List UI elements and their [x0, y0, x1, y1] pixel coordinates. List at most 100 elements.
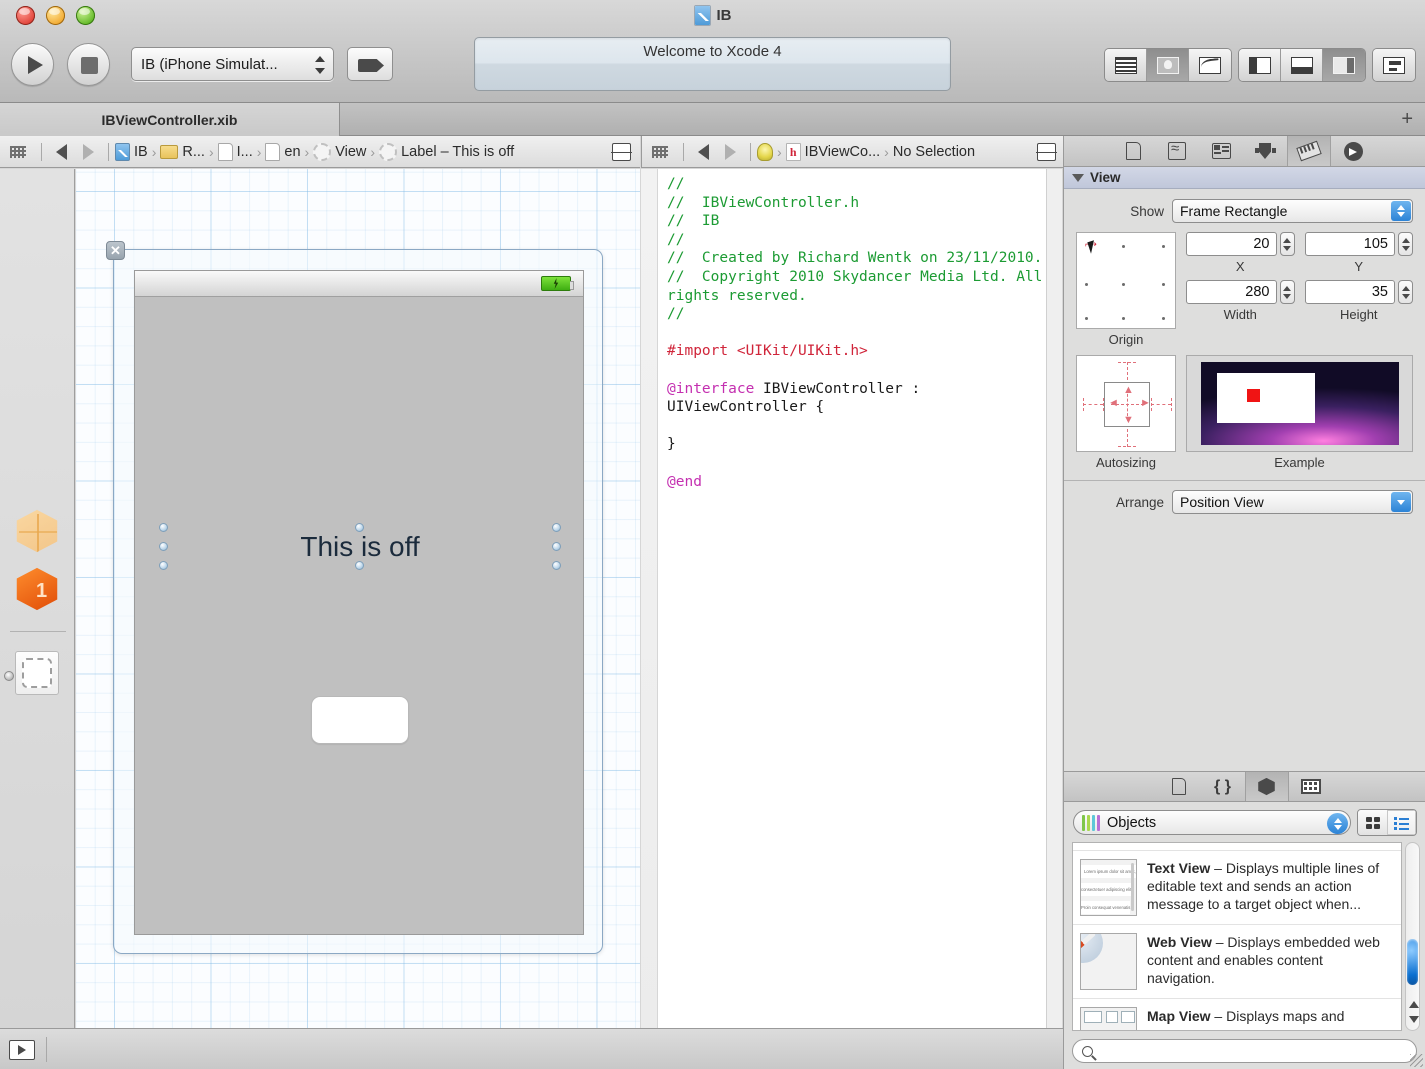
library-search-field[interactable] [1072, 1039, 1417, 1063]
height-input[interactable]: 35 [1304, 280, 1395, 304]
scroll-down-icon[interactable] [1409, 1016, 1419, 1023]
width-stepper[interactable] [1279, 280, 1295, 304]
list-item[interactable]: Map View – Displays maps and [1073, 999, 1401, 1030]
assistant-editor-button[interactable] [1147, 49, 1189, 81]
selection-handle[interactable] [159, 561, 168, 570]
design-window[interactable]: ✕ This is off [106, 241, 603, 954]
view-toggle-segments[interactable] [1238, 48, 1366, 82]
tab-file-inspector[interactable] [1111, 136, 1155, 166]
y-input[interactable]: 105 [1304, 232, 1395, 256]
height-stepper[interactable] [1398, 280, 1413, 304]
list-item-partial[interactable] [1073, 843, 1401, 851]
organizer-button[interactable] [1372, 48, 1416, 82]
breadcrumb-item-project[interactable]: IB [115, 142, 148, 161]
toggle-document-outline-button[interactable] [9, 1040, 35, 1060]
iphone-view[interactable]: This is off [134, 270, 584, 935]
selection-handle[interactable] [355, 561, 364, 570]
tab-attributes-inspector[interactable] [1243, 136, 1287, 166]
navigate-forward-button[interactable] [725, 143, 736, 160]
toggle-navigator-button[interactable] [1239, 49, 1281, 81]
width-input[interactable]: 280 [1186, 280, 1277, 304]
library-category-select[interactable]: Objects [1073, 810, 1351, 835]
assistant-editor[interactable]: // // IBViewController.h // IB // // Cre… [658, 169, 1046, 1069]
run-button[interactable] [11, 43, 54, 86]
breadcrumb-item-folder[interactable]: R... [160, 144, 205, 160]
scheme-selector[interactable]: IB (iPhone Simulat... [131, 47, 334, 81]
editor-vertical-scrollbar[interactable] [1046, 169, 1062, 1069]
tab-identity-inspector[interactable] [1199, 136, 1243, 166]
selection-handle[interactable] [159, 542, 168, 551]
y-stepper[interactable] [1398, 232, 1413, 256]
add-tab-button[interactable]: + [1401, 109, 1413, 129]
chevron-down-icon[interactable] [1072, 173, 1084, 182]
search-input[interactable] [1099, 1043, 1416, 1059]
toggle-utilities-button[interactable] [1323, 49, 1365, 81]
arrange-select[interactable]: Position View [1172, 490, 1413, 514]
version-editor-button[interactable] [1189, 49, 1231, 81]
breadcrumb-item-selection[interactable]: No Selection [893, 144, 975, 160]
tab-file-template-library[interactable] [1157, 772, 1201, 801]
organizer-button-inner[interactable] [1373, 49, 1415, 81]
tab-code-snippet-library[interactable]: { } [1201, 772, 1245, 801]
simulated-status-bar [135, 271, 583, 297]
editor-mode-segments[interactable] [1104, 48, 1232, 82]
breadcrumb-item-counterparts[interactable] [757, 142, 773, 161]
list-item[interactable]: Web View – Displays embedded web content… [1073, 925, 1401, 999]
scrollbar-thumb[interactable] [1407, 939, 1418, 985]
standard-editor-button[interactable] [1105, 49, 1147, 81]
close-icon[interactable]: ✕ [106, 241, 125, 260]
x-field-group: 20 X [1186, 232, 1295, 274]
x-input[interactable]: 20 [1186, 232, 1277, 256]
navigate-back-button[interactable] [698, 143, 709, 160]
tab-size-inspector[interactable] [1287, 136, 1331, 166]
design-text-field[interactable] [311, 696, 409, 744]
arrange-label: Arrange [1115, 494, 1164, 510]
breadcrumb-item-header[interactable]: h IBViewCo... [785, 142, 880, 161]
chevron-down-icon[interactable] [1391, 492, 1411, 512]
breadcrumb-item-view[interactable]: View [313, 142, 366, 161]
origin-picker[interactable]: ⌐⇢ [1076, 232, 1176, 329]
grid-view-button[interactable] [1358, 810, 1387, 835]
dock-item-view[interactable] [15, 651, 61, 697]
tab-quick-help[interactable] [1155, 136, 1199, 166]
show-select[interactable]: Frame Rectangle [1172, 199, 1413, 223]
breakpoints-button[interactable] [347, 47, 393, 81]
related-files-icon[interactable] [10, 145, 26, 158]
selection-handle[interactable] [552, 542, 561, 551]
list-item[interactable]: Lorem ipsum dolor sit amet, consectetuer… [1073, 851, 1401, 925]
breadcrumb-item-label[interactable]: Label – This is off [379, 142, 514, 161]
source-code[interactable]: // // IBViewController.h // IB // // Cre… [658, 169, 1046, 491]
tab-object-library[interactable] [1244, 772, 1289, 801]
autosizing-control[interactable]: ◄ ► ▲ ▼ [1076, 355, 1176, 452]
library-view-mode-segments[interactable] [1357, 809, 1417, 836]
library-vertical-scrollbar[interactable] [1405, 842, 1420, 1031]
stop-button[interactable] [67, 43, 110, 86]
breadcrumb-item-file[interactable]: I... [217, 142, 253, 161]
split-editor-icon[interactable] [1036, 142, 1057, 161]
split-editor-icon[interactable] [611, 142, 632, 161]
dock-item-first-responder[interactable]: 1 [15, 567, 61, 613]
library-item-list[interactable]: Lorem ipsum dolor sit amet, consectetuer… [1072, 842, 1402, 1031]
tab-ibviewcontroller-xib[interactable]: IBViewController.xib [0, 103, 340, 136]
chevron-updown-icon[interactable] [1327, 813, 1348, 834]
resize-grip-icon[interactable] [1410, 1054, 1423, 1067]
selection-handle[interactable] [159, 523, 168, 532]
selection-handle[interactable] [355, 523, 364, 532]
tab-connections-inspector[interactable] [1331, 136, 1375, 166]
breadcrumb-item-locale[interactable]: en [265, 142, 301, 161]
chevron-updown-icon[interactable] [1391, 201, 1411, 221]
interface-builder-canvas[interactable]: ✕ This is off [76, 169, 640, 1028]
inspector-section-header[interactable]: View [1064, 167, 1425, 189]
selection-handle[interactable] [552, 561, 561, 570]
dock-item-files-owner[interactable] [15, 509, 61, 555]
tab-media-library[interactable] [1289, 772, 1333, 801]
navigate-back-button[interactable] [56, 143, 67, 160]
example-window [1216, 373, 1315, 423]
x-stepper[interactable] [1279, 232, 1295, 256]
scroll-up-icon[interactable] [1409, 1001, 1419, 1008]
list-view-button[interactable] [1387, 810, 1416, 835]
related-files-icon[interactable] [652, 145, 668, 158]
toggle-debug-area-button[interactable] [1281, 49, 1323, 81]
navigate-forward-button[interactable] [83, 143, 94, 160]
selection-handle[interactable] [552, 523, 561, 532]
